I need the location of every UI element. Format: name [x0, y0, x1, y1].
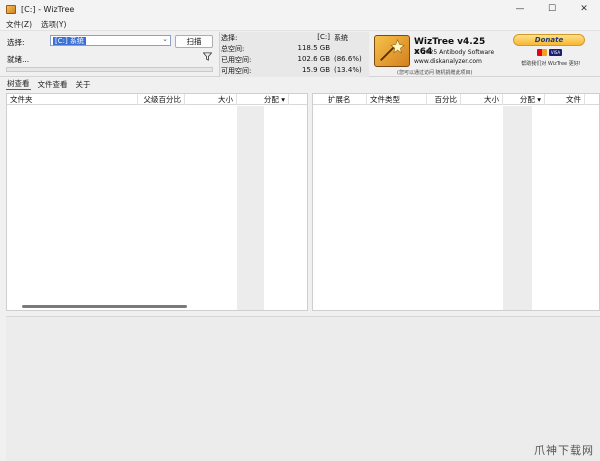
drive-stats-panel: 选择: [C:] 系统 总空间: 118.5 GB 已用空间: 102.6 GB… [219, 32, 369, 77]
minimize-button[interactable]: — [504, 0, 536, 18]
allocated-column-shade [237, 106, 264, 310]
donate-block: Donate VISA 帮助我们对 WizTree 更好! [510, 33, 590, 71]
used-space-percent: (86.6%) [334, 55, 362, 63]
column-allocated[interactable]: 分配 ▾ [237, 94, 289, 105]
logo-note: (您可以通过访问 随机捐赠此项目) [397, 70, 473, 76]
column-ext-allocated[interactable]: 分配 ▾ [503, 94, 545, 105]
free-space-value: 15.9 GB [301, 66, 330, 74]
menu-options[interactable]: 选项(Y) [41, 19, 66, 30]
drive-select-value: [C:] 系统 [53, 36, 86, 45]
donate-button[interactable]: Donate [513, 34, 585, 46]
used-space-value: 102.6 GB [297, 55, 331, 63]
menu-file[interactable]: 文件(Z) [6, 19, 32, 30]
tab-tree-view[interactable]: 树查看 [6, 78, 31, 90]
stats-select-name: 系统 [334, 34, 348, 42]
column-file-type[interactable]: 文件类型 [367, 94, 427, 105]
logo-copyright: © 2025 Antibody Software [414, 49, 495, 56]
top-panel: 选择: [C:] 系统 ⌄ 扫描 就绪... 选择: [C:] 系统 总空间: … [0, 30, 600, 77]
scan-progress-bar [6, 67, 213, 72]
mastercard-icon [537, 49, 547, 56]
visa-icon: VISA [549, 49, 562, 56]
filter-icon[interactable] [203, 52, 212, 61]
tab-file-view[interactable]: 文件查看 [37, 79, 69, 90]
column-parent-percent[interactable]: 父级百分比 [138, 94, 185, 105]
total-space-label: 总空间: [221, 45, 245, 53]
site-watermark: 爪神下载网 [534, 444, 594, 457]
window-controls: — ☐ ✕ [504, 0, 600, 18]
total-space-value: 118.5 GB [297, 44, 331, 52]
folder-tree-pane[interactable]: 文件夹 父级百分比 大小 分配 ▾ [6, 93, 308, 311]
ext-allocated-column-shade [503, 106, 532, 310]
maximize-button[interactable]: ☐ [536, 0, 568, 18]
stats-select-drive: [C:] [317, 33, 330, 41]
payment-cards: VISA [537, 49, 564, 56]
wand-icon [380, 38, 405, 62]
wiztree-logo-block[interactable]: WizTree v4.25 x64 © 2025 Antibody Softwa… [373, 33, 505, 77]
donate-note: 帮助我们对 WizTree 更好! [521, 61, 581, 67]
title-bar: [C:] - WizTree — ☐ ✕ [0, 0, 600, 18]
column-files[interactable]: 文件 [545, 94, 585, 105]
column-extension[interactable]: 扩展名 [325, 94, 367, 105]
free-space-percent: (13.4%) [334, 66, 362, 74]
drive-select-label: 选择: [7, 38, 25, 47]
status-text: 就绪... [7, 55, 30, 64]
column-size[interactable]: 大小 [185, 94, 237, 105]
treemap-area[interactable] [6, 316, 600, 461]
extension-pane[interactable]: 扩展名 文件类型 百分比 大小 分配 ▾ 文件 [312, 93, 600, 311]
close-button[interactable]: ✕ [568, 0, 600, 18]
view-tabs: 树查看 文件查看 关于 [0, 78, 600, 90]
chevron-down-icon: ⌄ [162, 35, 168, 43]
wiztree-logo-icon [374, 35, 410, 67]
drive-select[interactable]: [C:] 系统 ⌄ [50, 35, 171, 46]
window-title: [C:] - WizTree [21, 4, 75, 14]
menu-bar: 文件(Z) 选项(Y) [0, 18, 600, 30]
extension-table-header: 扩展名 文件类型 百分比 大小 分配 ▾ 文件 [313, 94, 599, 105]
free-space-label: 可用空间: [221, 67, 252, 75]
stats-select-label: 选择: [221, 34, 238, 42]
logo-url[interactable]: www.diskanalyzer.com [414, 58, 482, 65]
scan-button[interactable]: 扫描 [175, 35, 213, 48]
horizontal-scrollbar[interactable] [22, 305, 187, 308]
wiztree-app-icon [6, 4, 16, 14]
folder-table-header: 文件夹 父级百分比 大小 分配 ▾ [7, 94, 307, 105]
tab-about[interactable]: 关于 [75, 79, 92, 90]
used-space-label: 已用空间: [221, 56, 252, 64]
column-ext-size[interactable]: 大小 [461, 94, 503, 105]
column-folder[interactable]: 文件夹 [7, 94, 138, 105]
column-percent[interactable]: 百分比 [427, 94, 461, 105]
